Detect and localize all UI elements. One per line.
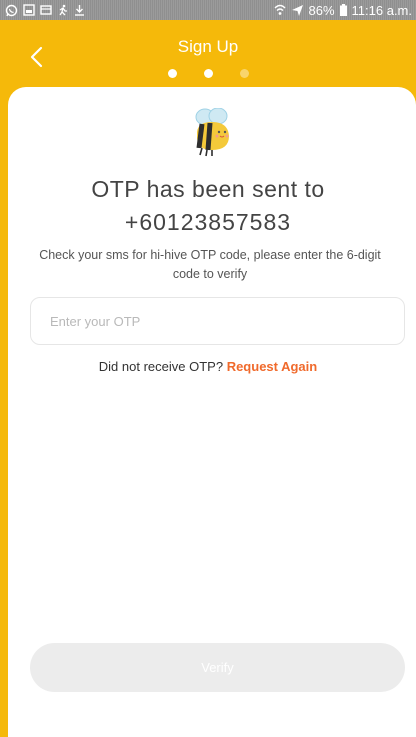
status-bar-right: 86% 11:16 a.m. <box>274 2 412 18</box>
status-bar-left <box>5 4 85 17</box>
airplane-icon <box>291 4 304 17</box>
run-icon <box>57 4 69 16</box>
wifi-icon <box>274 4 286 16</box>
download-icon <box>74 4 85 16</box>
screen-icon <box>40 4 52 16</box>
page-title: Sign Up <box>177 37 239 56</box>
otp-input[interactable] <box>30 297 405 345</box>
battery-percent: 86% <box>308 2 335 18</box>
step-dot-3 <box>239 69 249 78</box>
bee-icon <box>195 108 229 157</box>
request-again-link[interactable]: Request Again <box>227 359 318 374</box>
battery-icon <box>339 4 347 16</box>
step-dot-2 <box>203 69 213 78</box>
whatsapp-icon <box>5 4 18 17</box>
gallery-icon <box>23 4 35 16</box>
otp-description: Check your sms for hi-hive OTP code, ple… <box>39 248 381 281</box>
resend-prompt: Did not receive OTP? <box>98 359 224 374</box>
step-indicator <box>0 69 416 78</box>
resend-row: Did not receive OTP? Request Again <box>0 359 416 374</box>
step-dot-1 <box>167 69 177 78</box>
status-bar: 86% 11:16 a.m. <box>0 0 416 20</box>
clock: 11:16 a.m. <box>351 2 412 18</box>
phone-number: +60123857583 <box>124 209 292 235</box>
verify-button[interactable]: Verify <box>30 643 405 692</box>
otp-heading: OTP has been sent to <box>91 176 325 202</box>
app-header: Sign Up <box>0 20 416 95</box>
